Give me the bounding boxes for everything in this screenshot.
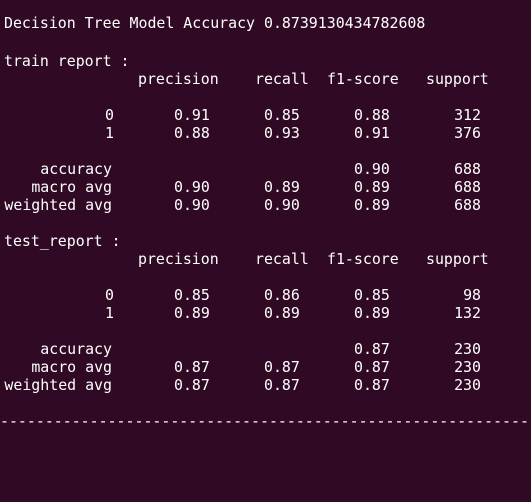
recall-value: 0.87 bbox=[264, 376, 300, 394]
test-header-row: precision recall f1-score support bbox=[4, 250, 524, 268]
precision-value: 0.87 bbox=[174, 358, 210, 376]
f1-value: 0.89 bbox=[354, 304, 390, 322]
separator-line: ----------------------------------------… bbox=[0, 412, 531, 424]
f1-value: 0.90 bbox=[354, 160, 390, 178]
f1-value: 0.89 bbox=[354, 178, 390, 196]
f1-score-header: f1-score bbox=[327, 250, 399, 268]
support-value: 132 bbox=[454, 304, 481, 322]
precision-value: 0.88 bbox=[174, 124, 210, 142]
precision-value: 0.90 bbox=[174, 196, 210, 214]
precision-header: precision bbox=[138, 70, 219, 88]
precision-value: 0.87 bbox=[174, 376, 210, 394]
f1-value: 0.89 bbox=[354, 196, 390, 214]
train-report-label: train report : bbox=[4, 52, 130, 70]
recall-value: 0.89 bbox=[264, 178, 300, 196]
train-weighted-avg-row: weighted avg 0.90 0.90 0.89 688 bbox=[4, 196, 524, 214]
support-value: 230 bbox=[454, 376, 481, 394]
support-value: 376 bbox=[454, 124, 481, 142]
class-label: 0 bbox=[105, 286, 114, 304]
f1-value: 0.87 bbox=[354, 358, 390, 376]
test-report-label: test_report : bbox=[4, 232, 121, 250]
test-accuracy-row: accuracy 0.87 230 bbox=[4, 340, 524, 358]
test-class-1-row: 1 0.89 0.89 0.89 132 bbox=[4, 304, 524, 322]
model-accuracy-line: Decision Tree Model Accuracy 0.873913043… bbox=[4, 14, 426, 32]
accuracy-label: accuracy bbox=[40, 340, 112, 358]
support-value: 688 bbox=[454, 196, 481, 214]
recall-value: 0.89 bbox=[264, 304, 300, 322]
support-value: 312 bbox=[454, 106, 481, 124]
precision-value: 0.91 bbox=[174, 106, 210, 124]
test-weighted-avg-row: weighted avg 0.87 0.87 0.87 230 bbox=[4, 376, 524, 394]
macro-avg-label: macro avg bbox=[31, 358, 112, 376]
support-value: 688 bbox=[454, 178, 481, 196]
macro-avg-label: macro avg bbox=[31, 178, 112, 196]
precision-value: 0.90 bbox=[174, 178, 210, 196]
recall-value: 0.86 bbox=[264, 286, 300, 304]
recall-value: 0.90 bbox=[264, 196, 300, 214]
precision-value: 0.85 bbox=[174, 286, 210, 304]
f1-value: 0.87 bbox=[354, 340, 390, 358]
train-macro-avg-row: macro avg 0.90 0.89 0.89 688 bbox=[4, 178, 524, 196]
f1-value: 0.87 bbox=[354, 376, 390, 394]
class-label: 1 bbox=[105, 304, 114, 322]
f1-value: 0.85 bbox=[354, 286, 390, 304]
accuracy-label: accuracy bbox=[40, 160, 112, 178]
recall-header: recall bbox=[255, 250, 309, 268]
recall-header: recall bbox=[255, 70, 309, 88]
support-value: 230 bbox=[454, 358, 481, 376]
class-label: 0 bbox=[105, 106, 114, 124]
support-header: support bbox=[426, 70, 489, 88]
terminal-output: Decision Tree Model Accuracy 0.873913043… bbox=[0, 0, 531, 424]
support-header: support bbox=[426, 250, 489, 268]
train-class-0-row: 0 0.91 0.85 0.88 312 bbox=[4, 106, 524, 124]
recall-value: 0.85 bbox=[264, 106, 300, 124]
weighted-avg-label: weighted avg bbox=[4, 376, 112, 394]
class-label: 1 bbox=[105, 124, 114, 142]
test-class-0-row: 0 0.85 0.86 0.85 98 bbox=[4, 286, 524, 304]
train-class-1-row: 1 0.88 0.93 0.91 376 bbox=[4, 124, 524, 142]
precision-header: precision bbox=[138, 250, 219, 268]
f1-score-header: f1-score bbox=[327, 70, 399, 88]
support-value: 230 bbox=[454, 340, 481, 358]
support-value: 688 bbox=[454, 160, 481, 178]
f1-value: 0.88 bbox=[354, 106, 390, 124]
support-value: 98 bbox=[463, 286, 481, 304]
precision-value: 0.89 bbox=[174, 304, 210, 322]
weighted-avg-label: weighted avg bbox=[4, 196, 112, 214]
f1-value: 0.91 bbox=[354, 124, 390, 142]
recall-value: 0.93 bbox=[264, 124, 300, 142]
train-header-row: precision recall f1-score support bbox=[4, 70, 524, 88]
test-macro-avg-row: macro avg 0.87 0.87 0.87 230 bbox=[4, 358, 524, 376]
recall-value: 0.87 bbox=[264, 358, 300, 376]
train-accuracy-row: accuracy 0.90 688 bbox=[4, 160, 524, 178]
